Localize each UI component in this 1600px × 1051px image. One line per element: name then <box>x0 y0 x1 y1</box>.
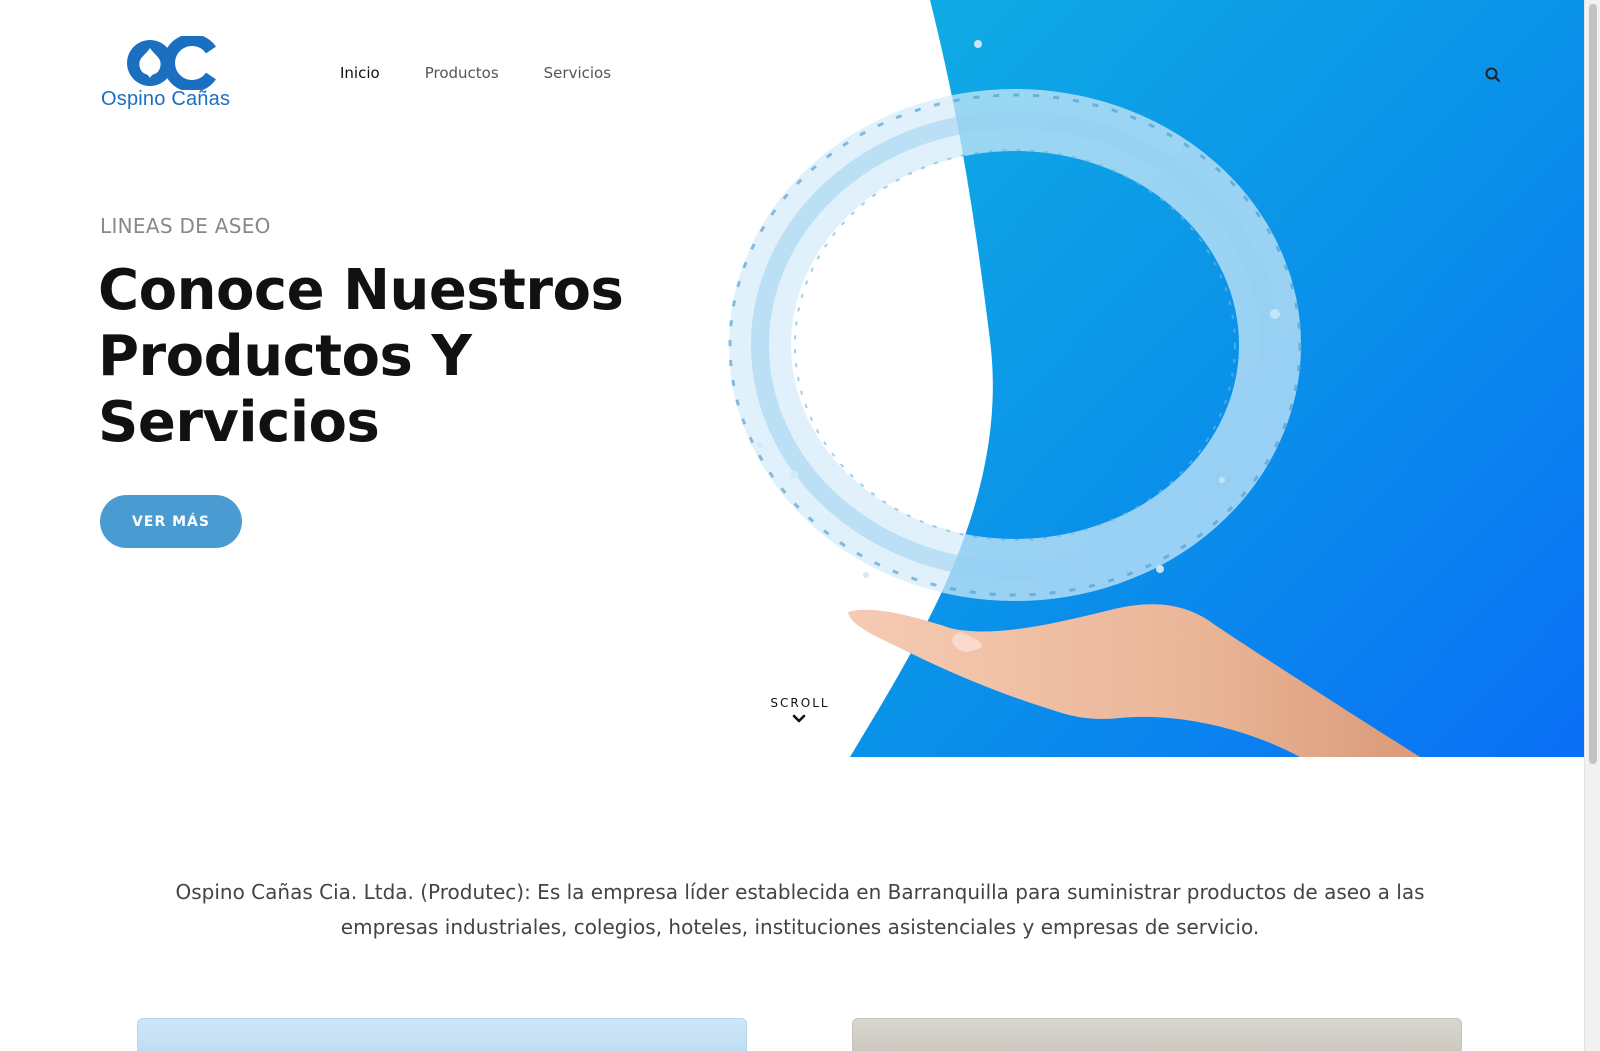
service-card-image-1[interactable] <box>137 1018 747 1051</box>
scrollbar-thumb[interactable] <box>1589 4 1597 764</box>
company-intro: Ospino Cañas Cia. Ltda. (Produtec): Es l… <box>175 880 1425 939</box>
page-scrollbar[interactable] <box>1584 0 1600 1051</box>
main-nav: Inicio Productos Servicios <box>340 64 656 82</box>
site-header: Ospino Cañas Inicio Productos Servicios <box>0 0 1584 150</box>
hero-headline-line-3: Servicios <box>98 390 380 455</box>
nav-item-productos[interactable]: Productos <box>425 64 499 82</box>
chevron-down-icon[interactable] <box>792 714 806 724</box>
hero-eyebrow: LINEAS DE ASEO <box>100 214 271 238</box>
brand-name: Ospino Cañas <box>101 88 231 110</box>
scroll-hint-label[interactable]: SCROLL <box>762 696 838 710</box>
hero-headline-line-2: Productos Y <box>98 324 472 389</box>
service-card-image-2[interactable] <box>852 1018 1462 1051</box>
hero-headline-line-1: Conoce Nuestros <box>98 258 624 323</box>
hero-headline: Conoce Nuestros Productos Y Servicios <box>98 258 658 456</box>
nav-item-inicio[interactable]: Inicio <box>340 64 380 82</box>
oc-logo-mark <box>127 36 216 90</box>
search-icon[interactable] <box>1484 66 1502 84</box>
brand-logo[interactable]: Ospino Cañas <box>101 36 241 112</box>
ver-mas-button[interactable]: VER MÁS <box>100 495 242 548</box>
nav-item-servicios[interactable]: Servicios <box>544 64 611 82</box>
